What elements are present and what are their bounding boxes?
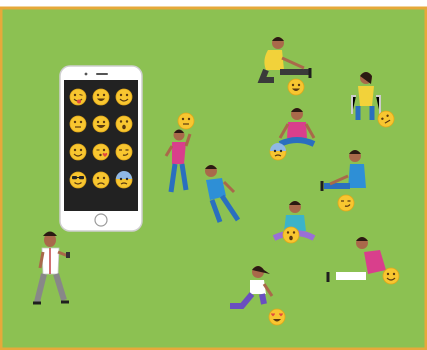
phone-camera <box>84 72 88 76</box>
smirk-emoji <box>115 143 133 161</box>
grin-emoji <box>92 115 110 133</box>
kid-emoji-neutral <box>177 112 195 130</box>
sunglasses-emoji <box>69 171 87 189</box>
scene-canvas <box>0 6 427 350</box>
smile-emoji <box>115 88 133 106</box>
kid-emoji-grinning <box>287 78 305 96</box>
phone-speaker <box>96 73 108 75</box>
grinning-emoji <box>92 88 110 106</box>
kid-emoji-cool <box>382 267 400 285</box>
neutral-emoji <box>69 115 87 133</box>
smile-emoji <box>69 143 87 161</box>
tongue-out-wink-emoji <box>69 88 87 106</box>
surprised-emoji <box>115 115 133 133</box>
activity-scene <box>0 0 427 350</box>
kid-emoji-cold-sweat <box>269 143 287 161</box>
kid-emoji-surprised <box>282 226 300 244</box>
cold-sweat-emoji <box>115 171 133 189</box>
phone-home-button <box>94 213 108 227</box>
kiss-heart-emoji <box>92 143 110 161</box>
kid-emoji-smirk <box>337 194 355 212</box>
kid-emoji-heart-eyes <box>268 308 286 326</box>
sad-emoji <box>92 171 110 189</box>
